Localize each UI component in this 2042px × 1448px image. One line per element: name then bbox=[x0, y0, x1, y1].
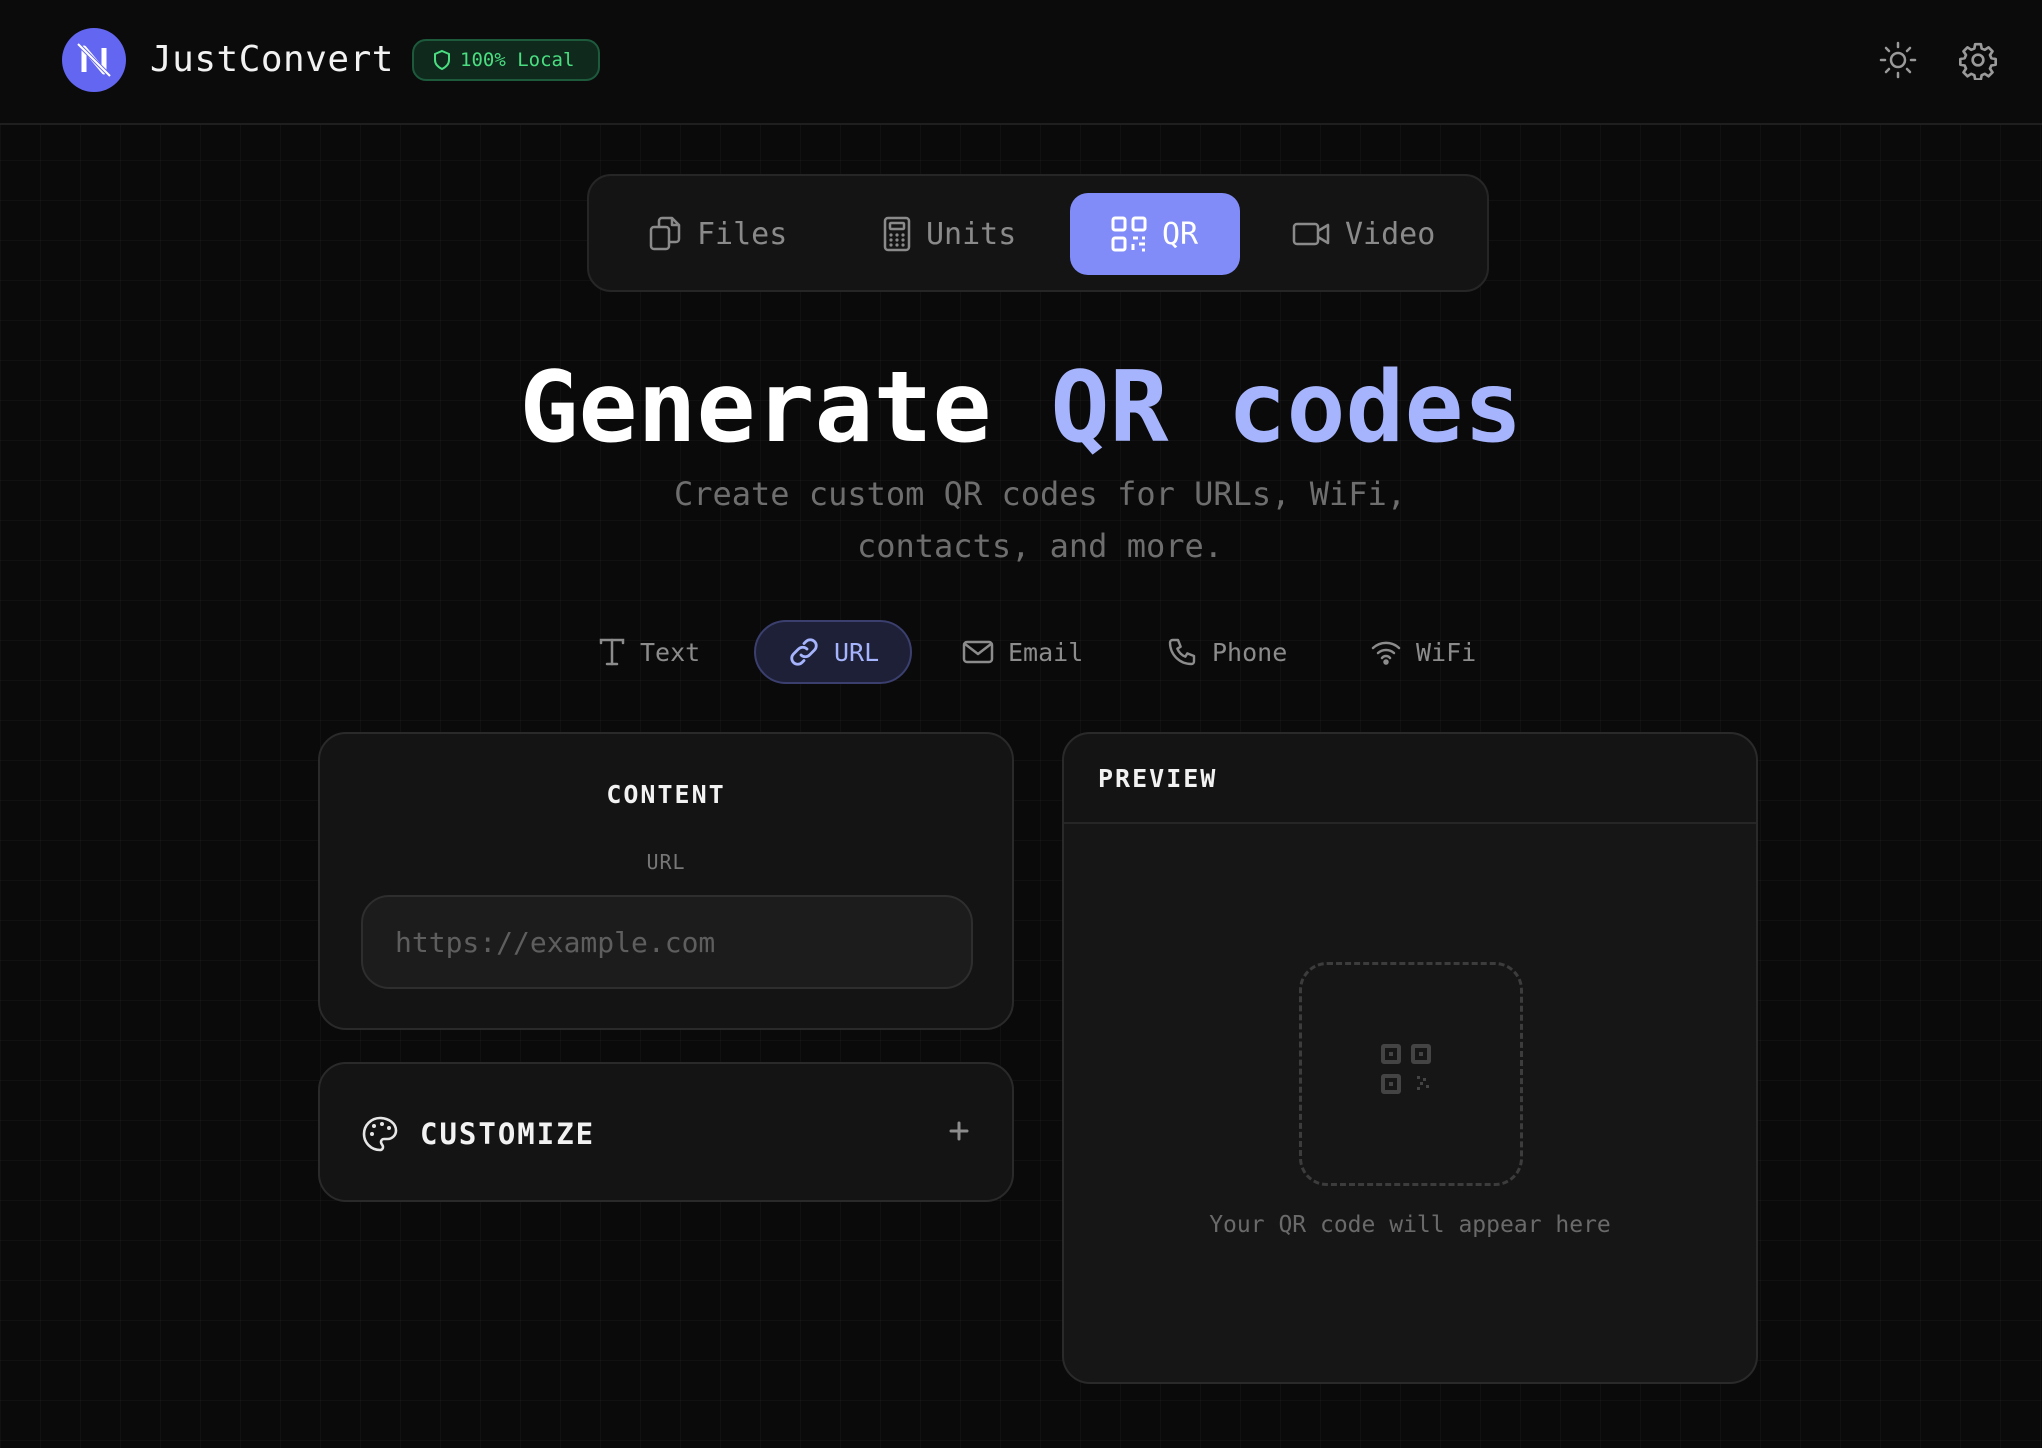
plus-icon bbox=[948, 1120, 970, 1142]
tab-units-label: Units bbox=[926, 216, 1017, 252]
content-title: CONTENT bbox=[606, 780, 726, 809]
customize-toggle[interactable]: CUSTOMIZE bbox=[318, 1062, 1014, 1202]
link-icon bbox=[788, 636, 820, 668]
content-card: CONTENT URL bbox=[318, 732, 1014, 1030]
gear-icon[interactable] bbox=[1958, 40, 1998, 80]
wifi-icon bbox=[1370, 638, 1402, 666]
preview-card: PREVIEW Your QR code will appear here bbox=[1062, 732, 1758, 1384]
qr-type-wifi[interactable]: WiFi bbox=[1370, 620, 1500, 684]
url-input[interactable] bbox=[361, 895, 973, 989]
tab-files[interactable]: Files bbox=[647, 193, 797, 275]
url-field-label: URL bbox=[646, 850, 686, 874]
qr-type-url[interactable]: URL bbox=[754, 620, 912, 684]
tab-video-label: Video bbox=[1345, 216, 1436, 252]
sun-icon[interactable] bbox=[1878, 40, 1918, 80]
converter-tabs: Files Units QR Video bbox=[587, 174, 1489, 292]
files-icon bbox=[647, 215, 683, 253]
tab-qr[interactable]: QR bbox=[1070, 193, 1240, 275]
palette-icon bbox=[360, 1114, 400, 1154]
logo-icon[interactable] bbox=[62, 28, 126, 92]
page-title-start: Generate bbox=[519, 351, 992, 465]
mail-icon bbox=[962, 639, 994, 665]
tab-files-label: Files bbox=[697, 216, 788, 252]
qr-type-phone-label: Phone bbox=[1212, 637, 1288, 667]
qr-placeholder-icon bbox=[1379, 1042, 1443, 1106]
page-subtitle: Create custom QR codes for URLs, WiFi, c… bbox=[673, 475, 1407, 565]
qr-type-phone[interactable]: Phone bbox=[1166, 620, 1306, 684]
qr-preview-placeholder bbox=[1299, 962, 1523, 1186]
video-icon bbox=[1291, 219, 1331, 249]
preview-header: PREVIEW bbox=[1064, 734, 1756, 824]
calculator-icon bbox=[882, 215, 912, 253]
tab-units[interactable]: Units bbox=[882, 193, 1042, 275]
qr-type-email-label: Email bbox=[1008, 637, 1084, 667]
phone-icon bbox=[1166, 636, 1198, 668]
shield-icon bbox=[432, 49, 452, 71]
app-title: JustConvert bbox=[150, 39, 394, 80]
preview-empty-message: Your QR code will appear here bbox=[1209, 1212, 1611, 1238]
local-badge-label: 100% Local bbox=[460, 49, 575, 71]
local-badge: 100% Local bbox=[412, 39, 600, 81]
qr-code-icon bbox=[1110, 215, 1148, 253]
tab-qr-label: QR bbox=[1162, 216, 1199, 252]
customize-label: CUSTOMIZE bbox=[420, 1117, 596, 1151]
app-header: JustConvert 100% Local bbox=[0, 0, 2042, 125]
qr-type-text-label: Text bbox=[640, 637, 701, 667]
qr-type-wifi-label: WiFi bbox=[1416, 637, 1477, 667]
qr-type-text[interactable]: Text bbox=[598, 620, 728, 684]
qr-type-url-label: URL bbox=[834, 637, 880, 667]
preview-title: PREVIEW bbox=[1098, 764, 1218, 793]
tab-video[interactable]: Video bbox=[1291, 193, 1461, 275]
page-title: Generate QR codes bbox=[0, 348, 2042, 468]
page-title-accent: QR codes bbox=[1050, 351, 1523, 465]
text-icon bbox=[598, 637, 626, 667]
qr-type-email[interactable]: Email bbox=[962, 620, 1102, 684]
